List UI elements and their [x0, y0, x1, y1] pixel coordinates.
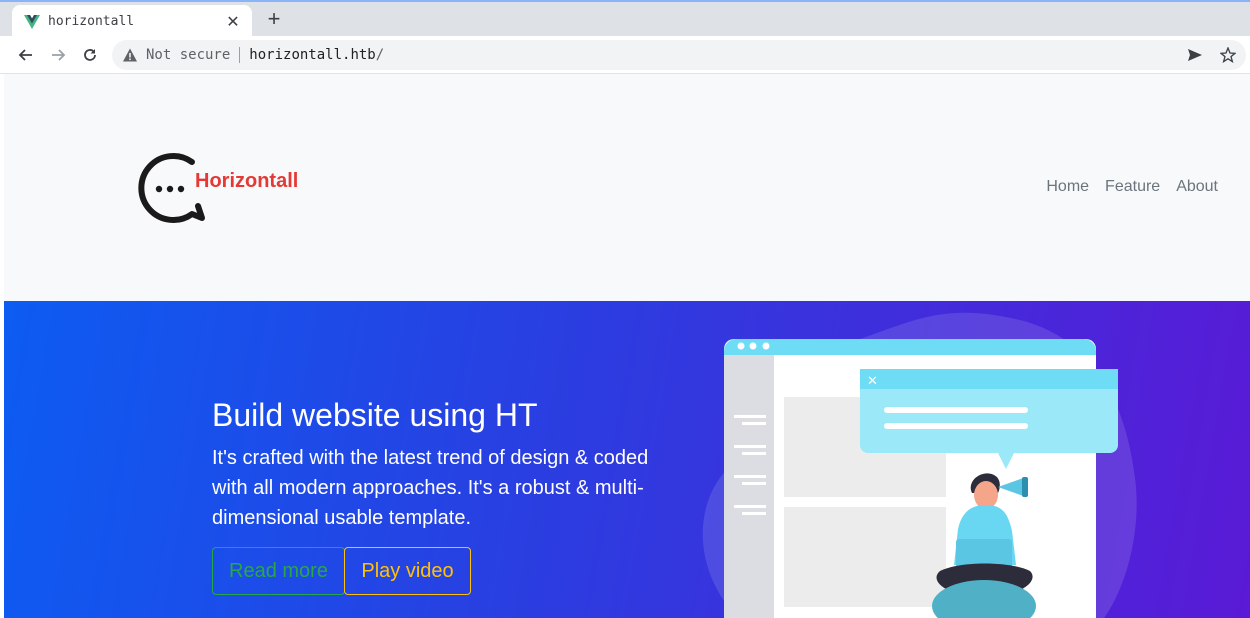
forward-arrow-icon[interactable] — [46, 43, 70, 67]
bookmark-star-icon[interactable] — [1218, 45, 1238, 65]
url-path: / — [375, 47, 385, 63]
reload-icon[interactable] — [78, 43, 102, 67]
browser-tab[interactable]: horizontall ✕ — [12, 5, 252, 38]
nav-home-link[interactable]: Home — [1046, 178, 1089, 196]
hero-title: Build website using HT — [212, 397, 538, 433]
svg-text:✕: ✕ — [867, 374, 878, 389]
not-secure-label[interactable]: Not secure — [146, 47, 230, 63]
warning-icon — [123, 48, 137, 62]
play-video-button[interactable]: Play video — [344, 547, 471, 595]
nav-about-link[interactable]: About — [1176, 178, 1218, 196]
close-tab-icon[interactable]: ✕ — [224, 12, 242, 32]
tab-title: horizontall — [48, 14, 135, 29]
read-more-button[interactable]: Read more — [212, 547, 345, 595]
site-header: Horizontall Home Feature About — [4, 74, 1250, 301]
send-icon[interactable] — [1185, 45, 1205, 65]
hero-section: Build website using HT It's crafted with… — [4, 301, 1250, 618]
url-host: horizontall.htb — [249, 47, 376, 63]
browser-tab-strip: horizontall ✕ + — [0, 0, 1250, 38]
address-bar[interactable]: Not secure horizontall.htb/ — [112, 40, 1246, 70]
vue-favicon-icon — [24, 14, 40, 29]
address-divider — [239, 47, 241, 63]
url-text[interactable]: horizontall.htb/ — [249, 47, 384, 63]
main-nav: Home Feature About — [1046, 178, 1218, 196]
nav-feature-link[interactable]: Feature — [1105, 178, 1160, 196]
hero-illustration: ✕ — [702, 312, 1137, 618]
brand-name[interactable]: Horizontall — [195, 170, 298, 193]
browser-toolbar: Not secure horizontall.htb/ — [0, 36, 1250, 74]
web-page: Horizontall Home Feature About Build web… — [4, 74, 1250, 618]
hero-description: It's crafted with the latest trend of de… — [212, 447, 649, 529]
back-arrow-icon[interactable] — [14, 43, 38, 67]
new-tab-icon[interactable]: + — [262, 8, 286, 32]
